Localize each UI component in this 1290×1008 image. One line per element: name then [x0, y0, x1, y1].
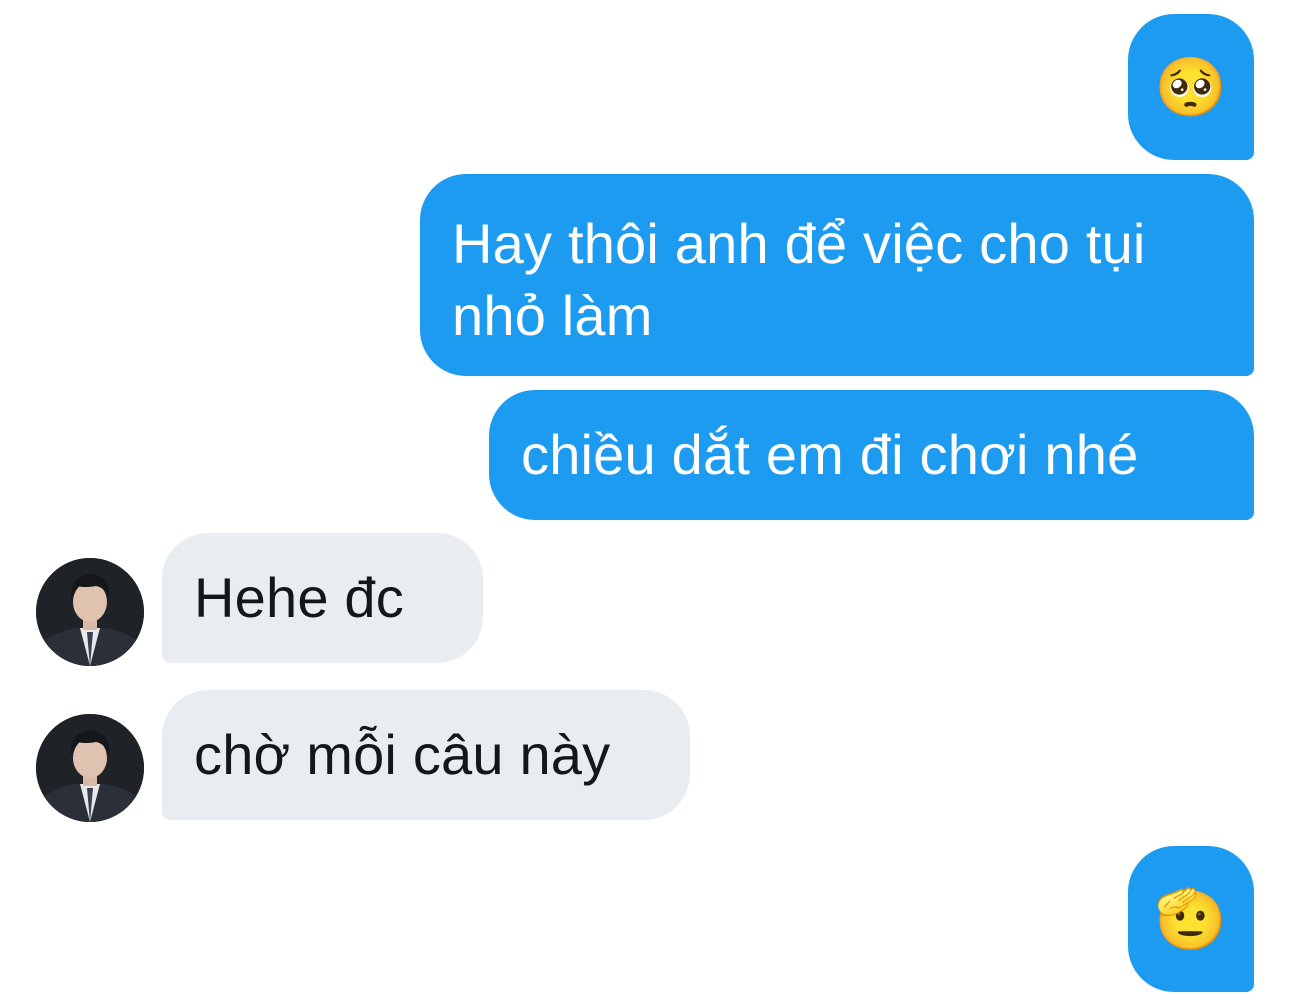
message-text: 🥺	[1154, 53, 1228, 121]
incoming-message-bubble[interactable]: chờ mỗi câu này	[162, 690, 690, 820]
message-text: 🫡	[1154, 885, 1228, 953]
outgoing-message-bubble[interactable]: chiều dắt em đi chơi nhé	[489, 390, 1254, 520]
chat-thread: 🥺 Hay thôi anh để việc cho tụi nhỏ làm c…	[0, 0, 1290, 1008]
message-text: Hehe đc	[194, 566, 404, 629]
incoming-message-bubble[interactable]: Hehe đc	[162, 533, 483, 663]
message-text: chiều dắt em đi chơi nhé	[521, 423, 1139, 486]
message-text: Hay thôi anh để việc cho tụi nhỏ làm	[452, 212, 1146, 347]
contact-avatar-icon[interactable]	[36, 558, 144, 666]
message-text: chờ mỗi câu này	[194, 723, 611, 786]
contact-avatar-icon[interactable]	[36, 714, 144, 822]
outgoing-message-bubble[interactable]: Hay thôi anh để việc cho tụi nhỏ làm	[420, 174, 1254, 376]
outgoing-message-bubble[interactable]: 🥺	[1128, 14, 1254, 160]
outgoing-message-bubble[interactable]: 🫡	[1128, 846, 1254, 992]
